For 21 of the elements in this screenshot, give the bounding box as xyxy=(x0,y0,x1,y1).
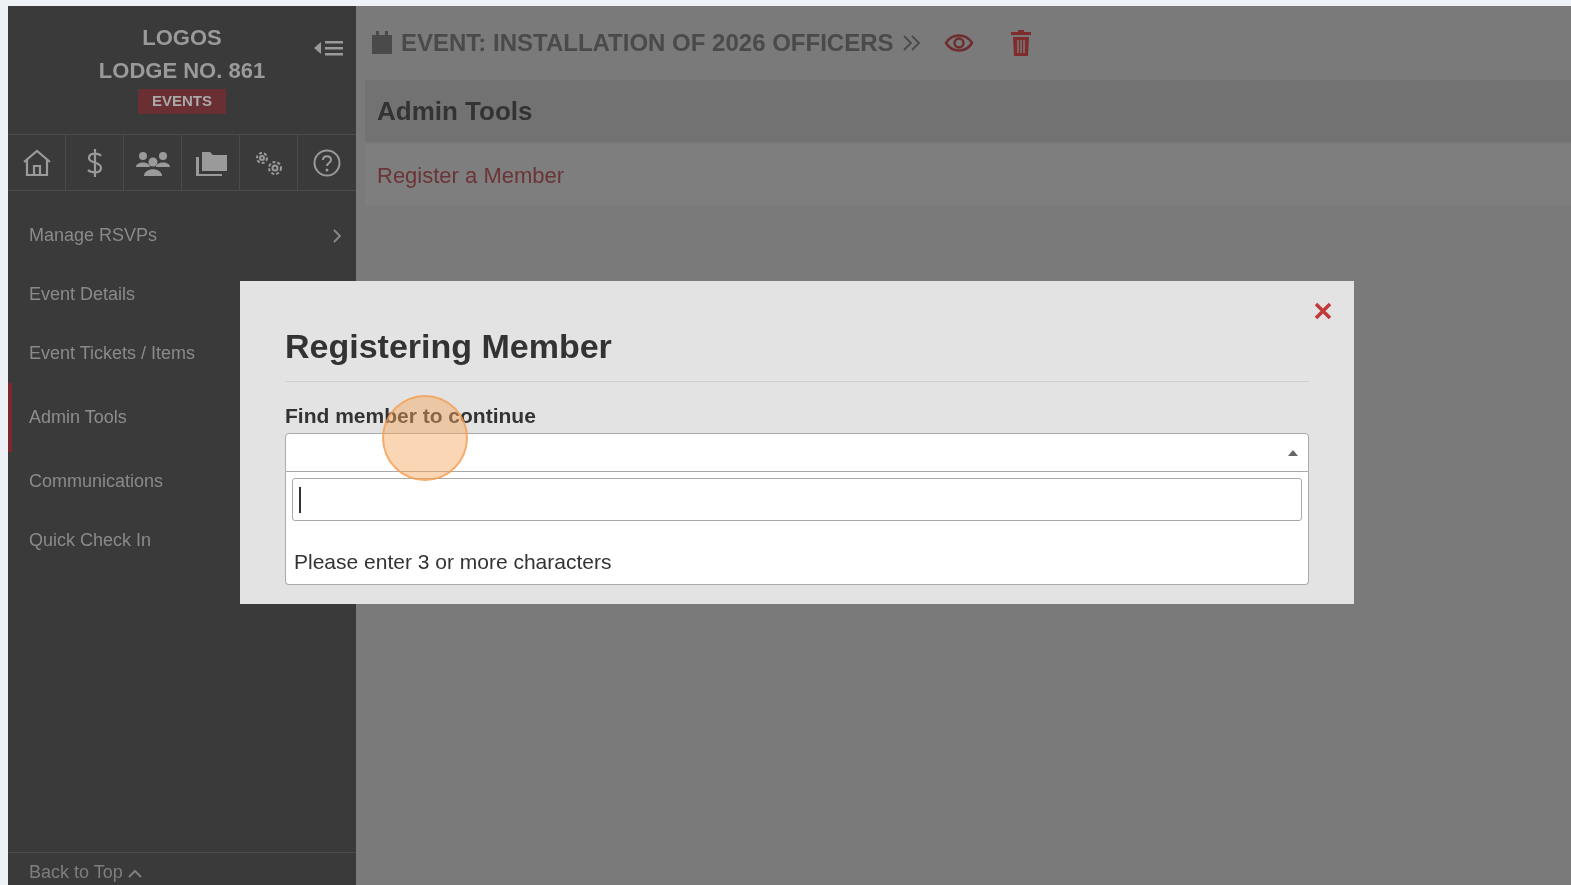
dollar-icon[interactable] xyxy=(84,146,105,179)
panel-title: Admin Tools xyxy=(377,94,533,128)
close-icon[interactable] xyxy=(1314,302,1332,320)
organization-name: LOGOS xyxy=(142,24,222,52)
help-icon[interactable] xyxy=(312,147,342,178)
search-field[interactable] xyxy=(292,478,1302,521)
caret-icon xyxy=(1287,449,1299,457)
register-member-link[interactable]: Register a Member xyxy=(365,144,1571,206)
calendar-icon xyxy=(371,31,393,55)
eye-icon[interactable] xyxy=(943,32,974,54)
member-select[interactable] xyxy=(285,433,1309,472)
hint-message: Please enter 3 or more characters xyxy=(293,550,613,574)
nav-item[interactable]: Manage RSVPs xyxy=(8,206,356,265)
back-to-top-link[interactable]: Back to Top xyxy=(29,862,142,882)
chevron-right-icon xyxy=(333,228,342,243)
organization-name: LODGE NO. 861 xyxy=(98,57,266,85)
collapse-menu-icon[interactable] xyxy=(314,38,344,58)
trash-icon[interactable] xyxy=(1009,30,1032,56)
section-badge: EVENTS xyxy=(138,89,226,114)
caret-up-icon xyxy=(127,868,142,878)
modal-title: Registering Member xyxy=(285,321,1309,382)
